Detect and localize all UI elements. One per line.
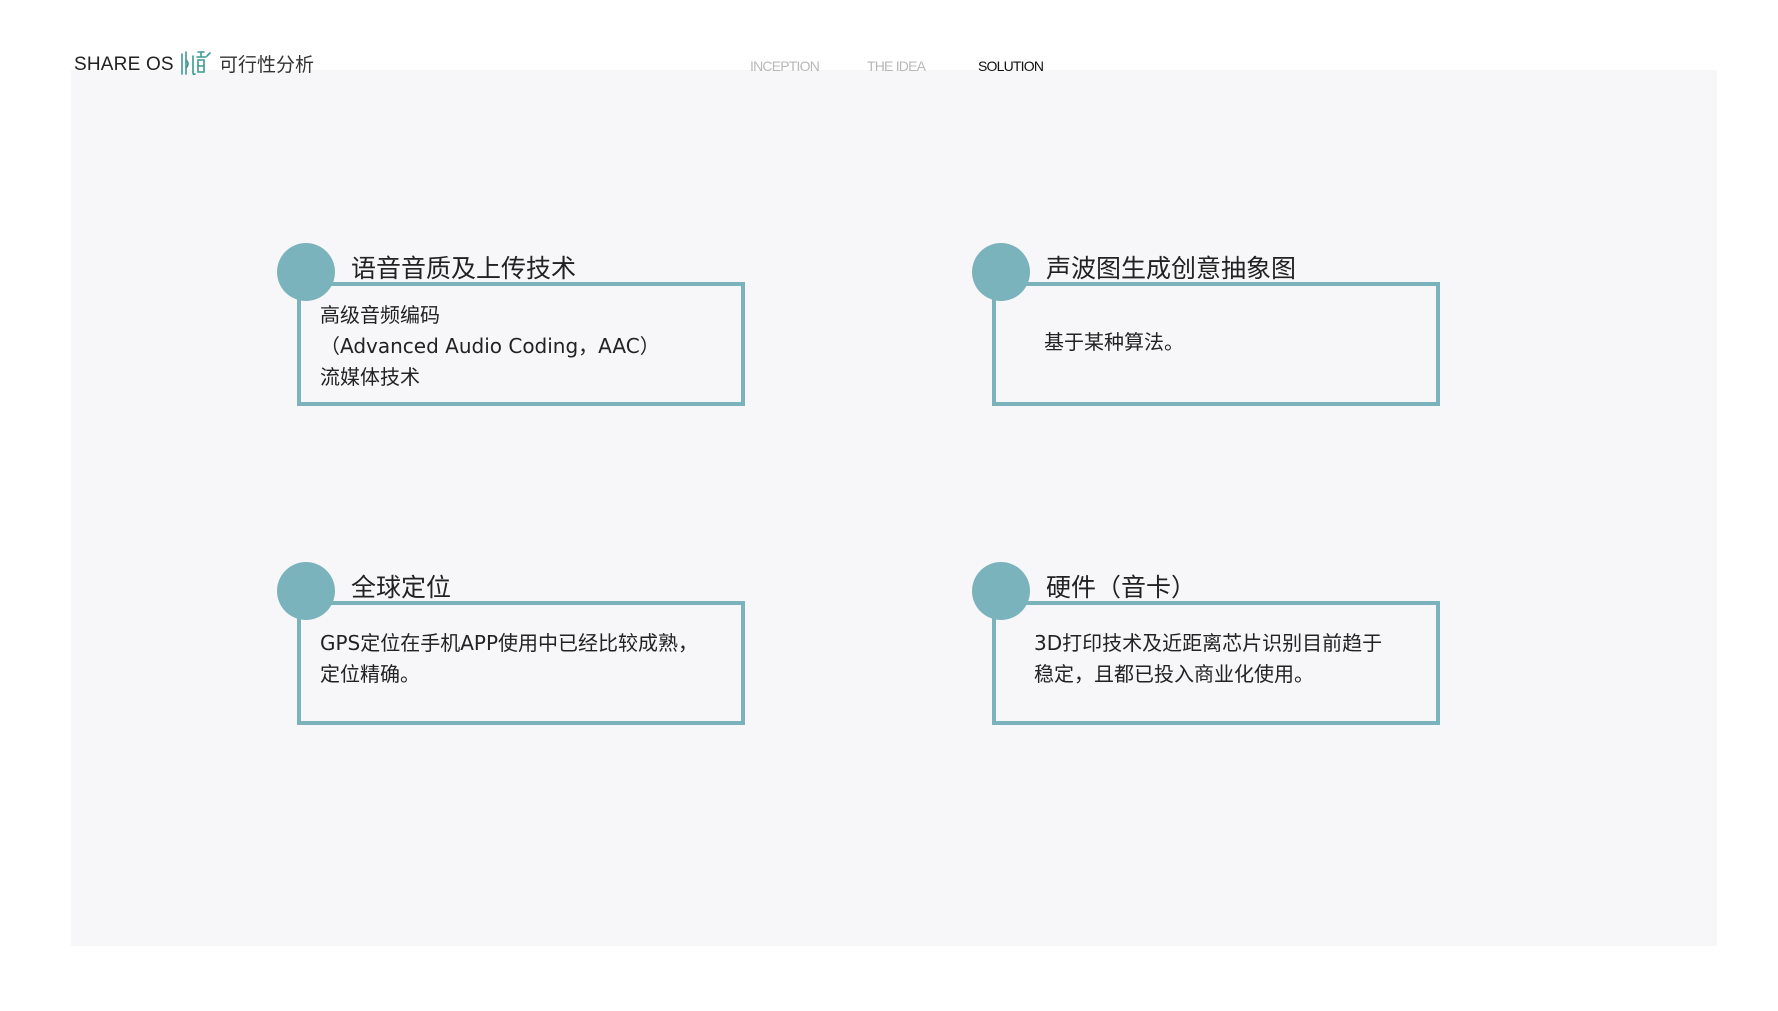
card-body: 高级音频编码 （Advanced Audio Coding，AAC） 流媒体技术 — [320, 300, 660, 393]
feature-card-waveform: 声波图生成创意抽象图 基于某种算法。 — [972, 243, 1440, 406]
card-body-line: 定位精确。 — [320, 662, 420, 686]
card-title: 语音音质及上传技术 — [351, 254, 577, 283]
card-body: GPS定位在手机APP使用中已经比较成熟， 定位精确。 — [320, 628, 698, 690]
nav-item-inception[interactable]: INCEPTION — [750, 58, 820, 74]
slide: SHARE OS 可行性分析 INCEPTION THE IDEA SOLUTI… — [0, 0, 1778, 1011]
card-title: 全球定位 — [351, 573, 452, 602]
card-body-line: 流媒体技术 — [320, 365, 420, 389]
card-body-line: 高级音频编码 — [320, 303, 440, 327]
card-title: 声波图生成创意抽象图 — [1046, 254, 1297, 283]
brand-name: SHARE OS — [74, 54, 174, 75]
card-body-line: 3D打印技术及近距离芯片识别目前趋于 — [1034, 631, 1383, 655]
nav-item-solution[interactable]: SOLUTION — [978, 58, 1044, 74]
card-body-line: 基于某种算法。 — [1044, 330, 1184, 354]
card-body: 3D打印技术及近距离芯片识别目前趋于 稳定，且都已投入商业化使用。 — [1034, 628, 1382, 690]
nav-item-the-idea[interactable]: THE IDEA — [867, 58, 926, 74]
feature-card-audio: 语音音质及上传技术 高级音频编码 （Advanced Audio Coding，… — [277, 243, 745, 406]
card-bullet-dot — [972, 562, 1030, 620]
card-bullet-dot — [972, 243, 1030, 301]
card-bullet-dot — [277, 562, 335, 620]
content-panel — [71, 70, 1717, 946]
feature-card-hardware: 硬件（音卡） 3D打印技术及近距离芯片识别目前趋于 稳定，且都已投入商业化使用。 — [972, 562, 1440, 725]
card-body-line: （Advanced Audio Coding，AAC） — [320, 334, 660, 358]
card-body-line: GPS定位在手机APP使用中已经比较成熟， — [320, 631, 699, 655]
card-body: 基于某种算法。 — [1044, 327, 1184, 358]
sound-logo-icon — [179, 50, 213, 76]
brand: SHARE OS — [74, 50, 213, 76]
card-title: 硬件（音卡） — [1046, 573, 1197, 602]
feature-card-gps: 全球定位 GPS定位在手机APP使用中已经比较成熟， 定位精确。 — [277, 562, 745, 725]
card-bullet-dot — [277, 243, 335, 301]
page-title: 可行性分析 — [219, 54, 315, 76]
card-body-line: 稳定，且都已投入商业化使用。 — [1034, 662, 1314, 686]
